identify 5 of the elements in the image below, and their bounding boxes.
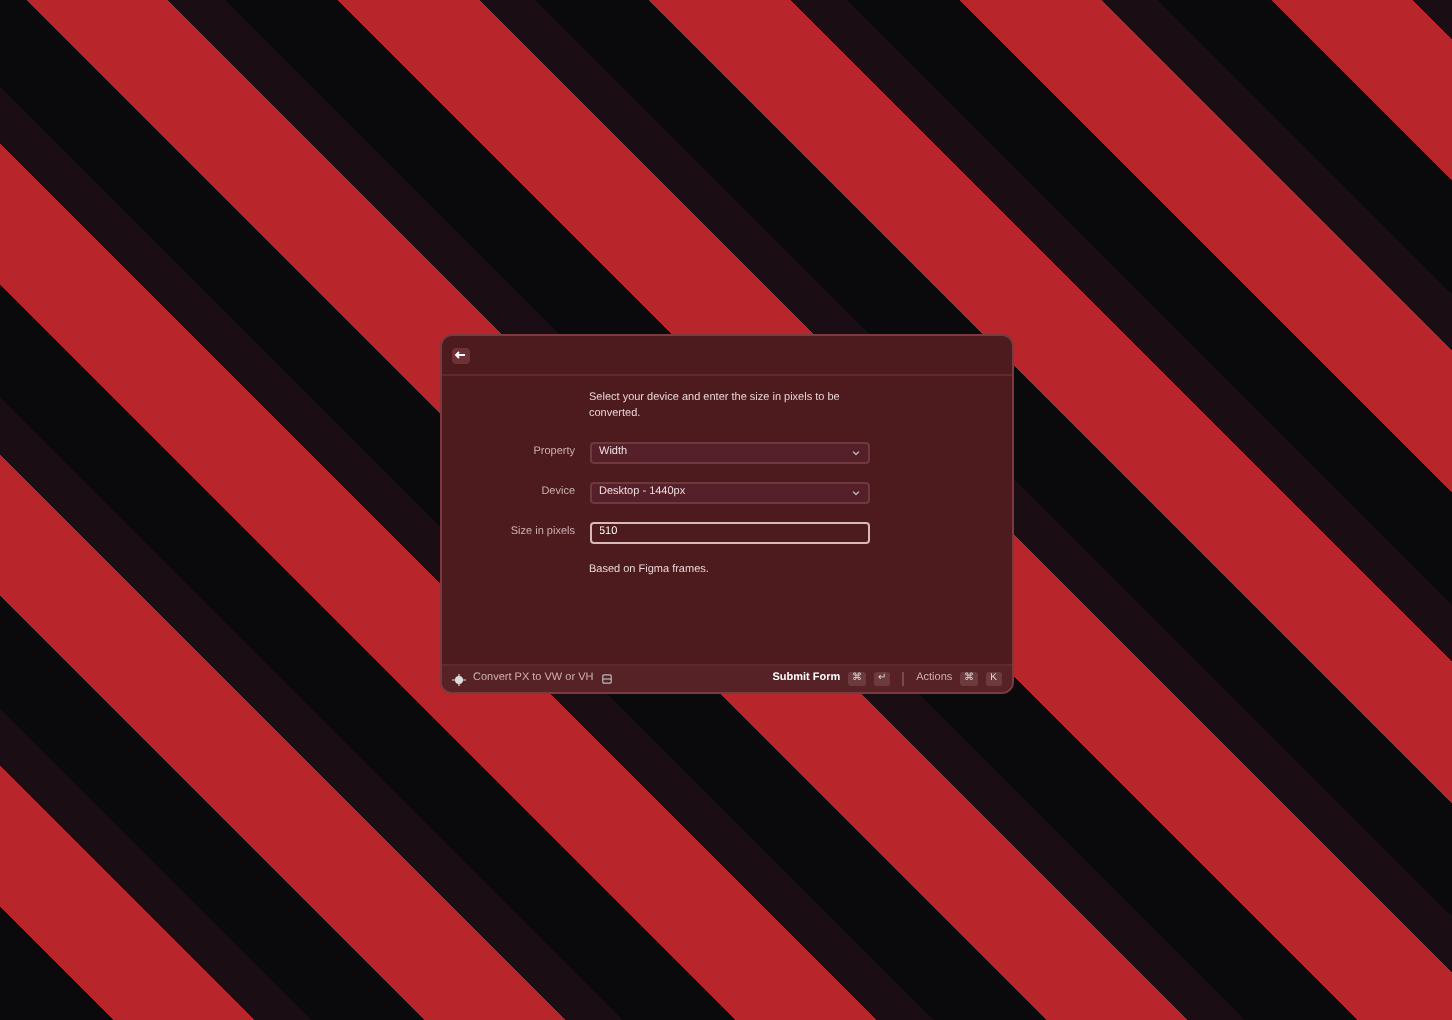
- extension-icon: [451, 673, 465, 685]
- tray-icon: [601, 674, 612, 684]
- chevron-icon: [851, 449, 859, 455]
- chevron-icon: [851, 489, 859, 495]
- back-button[interactable]: [451, 347, 469, 363]
